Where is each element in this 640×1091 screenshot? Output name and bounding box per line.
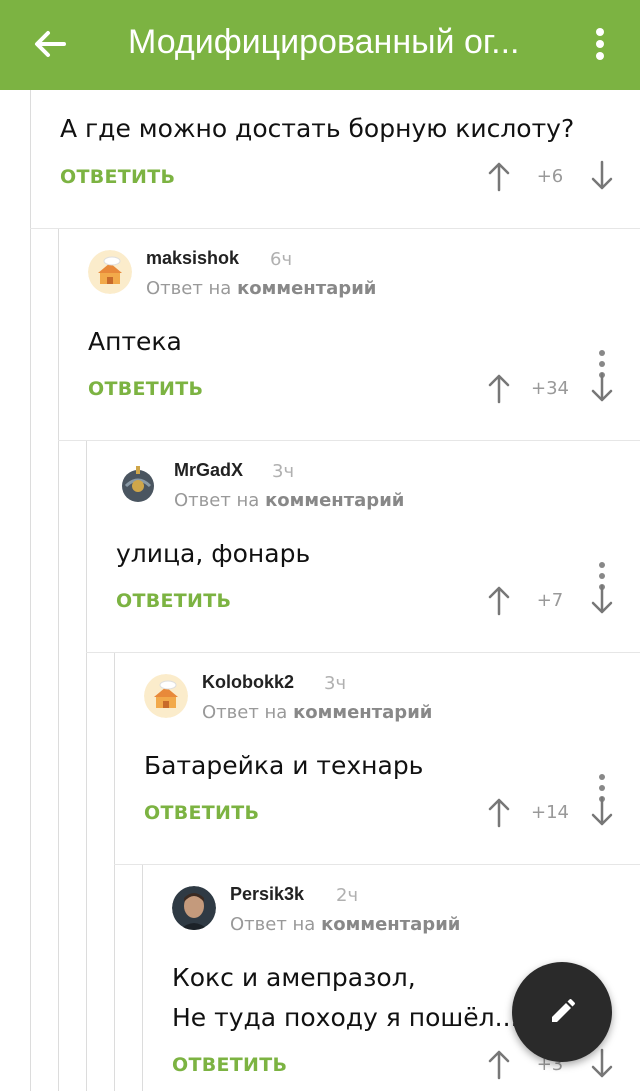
- score: +6: [536, 166, 564, 187]
- thread-line: [30, 90, 31, 1091]
- reply-button[interactable]: ОТВЕТИТЬ: [116, 590, 231, 612]
- avatar[interactable]: [172, 886, 216, 930]
- app-bar: Модифицированный ог...: [0, 0, 640, 90]
- thread-line: [86, 440, 87, 1091]
- thread-line: [142, 864, 143, 1091]
- username[interactable]: Kolobokk2: [202, 672, 294, 693]
- score: +34: [531, 378, 569, 399]
- downvote-arrow-icon[interactable]: [589, 1048, 615, 1080]
- thread-line: [114, 652, 115, 1091]
- comment-text: Батарейка и технарь: [144, 751, 424, 780]
- downvote-arrow-icon[interactable]: [589, 584, 615, 616]
- reply-target-link[interactable]: комментарий: [293, 702, 432, 723]
- pencil-icon: [552, 999, 575, 1022]
- username[interactable]: Persik3k: [230, 884, 304, 905]
- reply-prefix: Ответ на: [146, 278, 232, 299]
- comment-text: улица, фонарь: [116, 539, 311, 568]
- timestamp: 2ч: [336, 885, 359, 906]
- comment-text-line: Не туда походу я пошёл...: [172, 1003, 519, 1032]
- comment-text-line: Кокс и амепразол,: [172, 963, 416, 992]
- timestamp: 3ч: [272, 461, 295, 482]
- timestamp: 3ч: [324, 673, 347, 694]
- reply-info: Ответ на комментарий: [202, 702, 432, 723]
- reply-prefix: Ответ на: [202, 702, 288, 723]
- username[interactable]: maksishok: [146, 248, 239, 269]
- separator: [58, 440, 640, 441]
- username[interactable]: MrGadX: [174, 460, 243, 481]
- upvote-arrow-icon[interactable]: [486, 160, 512, 192]
- comment-text: Аптека: [88, 327, 182, 356]
- reply-target-link[interactable]: комментарий: [321, 914, 460, 935]
- back-arrow-icon[interactable]: [28, 22, 72, 66]
- reply-info: Ответ на комментарий: [174, 490, 404, 511]
- page-title: Модифицированный ог...: [128, 23, 520, 61]
- reply-info: Ответ на комментарий: [146, 278, 376, 299]
- upvote-arrow-icon[interactable]: [486, 584, 512, 616]
- score: +7: [536, 590, 564, 611]
- timestamp: 6ч: [270, 249, 293, 270]
- reply-target-link[interactable]: комментарий: [265, 490, 404, 511]
- avatar[interactable]: [144, 674, 188, 718]
- reply-info: Ответ на комментарий: [230, 914, 460, 935]
- comment-text: А где можно достать борную кислоту?: [60, 114, 575, 143]
- score: +14: [531, 802, 569, 823]
- separator: [86, 652, 640, 653]
- reply-button[interactable]: ОТВЕТИТЬ: [88, 378, 203, 400]
- reply-button[interactable]: ОТВЕТИТЬ: [144, 802, 259, 824]
- upvote-arrow-icon[interactable]: [486, 372, 512, 404]
- reply-button[interactable]: ОТВЕТИТЬ: [172, 1054, 287, 1076]
- comment-thread: А где можно достать борную кислоту? ОТВЕ…: [0, 90, 640, 1091]
- reply-prefix: Ответ на: [230, 914, 316, 935]
- downvote-arrow-icon[interactable]: [589, 796, 615, 828]
- reply-button[interactable]: ОТВЕТИТЬ: [60, 166, 175, 188]
- separator: [114, 864, 640, 865]
- reply-target-link[interactable]: комментарий: [237, 278, 376, 299]
- more-options-icon[interactable]: [582, 22, 618, 66]
- thread-line: [58, 228, 59, 1091]
- separator: [30, 228, 640, 229]
- reply-prefix: Ответ на: [174, 490, 260, 511]
- downvote-arrow-icon[interactable]: [589, 160, 615, 192]
- compose-button[interactable]: [512, 962, 612, 1062]
- upvote-arrow-icon[interactable]: [486, 1048, 512, 1080]
- upvote-arrow-icon[interactable]: [486, 796, 512, 828]
- avatar[interactable]: [88, 250, 132, 294]
- downvote-arrow-icon[interactable]: [589, 372, 615, 404]
- avatar[interactable]: [116, 462, 160, 506]
